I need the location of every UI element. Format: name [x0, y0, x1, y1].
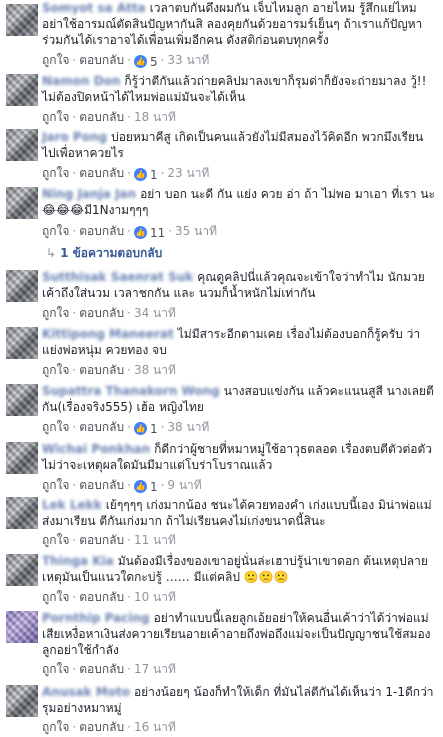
thumbs-up-icon: 👍	[133, 168, 147, 181]
reply-link[interactable]: ตอบกลับ	[79, 420, 124, 434]
reply-link[interactable]: ตอบกลับ	[79, 590, 124, 604]
author-name[interactable]: Jaro Pong	[42, 129, 107, 145]
thumbs-up-icon: 👍	[133, 422, 147, 435]
comment-text: Supattra Thanakorn Wong นางสอบแข่งกัน แล้…	[42, 383, 435, 415]
author-name[interactable]: Wichai Ponkhan	[42, 441, 150, 457]
like-link[interactable]: ถูกใจ	[42, 306, 69, 320]
author-name[interactable]: Thinga Kia	[42, 553, 114, 569]
timestamp[interactable]: 10 นาที	[134, 590, 176, 604]
like-link[interactable]: ถูกใจ	[42, 662, 69, 676]
like-link[interactable]: ถูกใจ	[42, 363, 69, 377]
reply-link[interactable]: ตอบกลับ	[79, 53, 124, 67]
like-count[interactable]: 👍 1	[133, 479, 158, 495]
like-link[interactable]: ถูกใจ	[42, 478, 69, 492]
like-link[interactable]: ถูกใจ	[42, 533, 69, 547]
author-name[interactable]: Ning Janja Jan	[42, 186, 136, 202]
avatar[interactable]	[6, 685, 38, 717]
comment-footer: ถูกใจ · ตอบกลับ · 👍 11 · 35 นาที	[42, 224, 217, 241]
comment-footer: ถูกใจ · ตอบกลับ · 17 นาที	[42, 662, 176, 676]
view-replies-link[interactable]: ↳ 1 ข้อความตอบกลับ	[46, 245, 162, 261]
avatar[interactable]	[6, 497, 38, 529]
comment-text: Lek Lekk เย้ๆๆๆๆ เก่งมากน้อง ชนะได้ควยทอง…	[42, 497, 435, 529]
author-name[interactable]: Anusak Moto	[42, 684, 130, 700]
like-link[interactable]: ถูกใจ	[42, 110, 69, 124]
comment-footer: ถูกใจ · ตอบกลับ · 👍 1 · 38 นาที	[42, 420, 210, 437]
comment-text: Jaro Pong บ่อยหมาคีสู เกิดเป็นคนแล้วยังไม…	[42, 129, 435, 161]
timestamp[interactable]: 38 นาที	[167, 420, 209, 434]
like-link[interactable]: ถูกใจ	[42, 224, 69, 238]
timestamp[interactable]: 33 นาที	[167, 53, 209, 67]
author-name[interactable]: Sutthisak Saenrat Suk	[42, 269, 193, 285]
comment-footer: ถูกใจ · ตอบกลับ · 16 นาที	[42, 720, 176, 734]
timestamp[interactable]: 38 นาที	[134, 363, 176, 377]
comment-footer: ถูกใจ · ตอบกลับ · 11 นาที	[42, 533, 176, 547]
avatar[interactable]	[6, 187, 38, 219]
thumbs-up-icon: 👍	[133, 480, 147, 493]
comment-feed: Somyot sa Atta เวลาตบกันดึงผมกัน เจ็บไหมล…	[0, 0, 443, 737]
reply-link[interactable]: ตอบกลับ	[79, 363, 124, 377]
reply-link[interactable]: ตอบกลับ	[79, 224, 124, 238]
author-name[interactable]: Pornthip Pacing	[42, 610, 150, 626]
comment-text: Thinga Kia มันต้องมีเรื่องของเขาอยู่นั่นล…	[42, 553, 435, 585]
reply-link[interactable]: ตอบกลับ	[79, 166, 124, 180]
reply-link[interactable]: ตอบกลับ	[79, 533, 124, 547]
thumbs-up-icon: 👍	[133, 55, 147, 68]
timestamp[interactable]: 35 นาที	[175, 224, 217, 238]
avatar[interactable]	[6, 611, 38, 643]
timestamp[interactable]: 11 นาที	[134, 533, 176, 547]
avatar[interactable]	[6, 74, 38, 106]
like-count[interactable]: 👍 1	[133, 167, 158, 183]
reply-link[interactable]: ตอบกลับ	[79, 306, 124, 320]
comment-text: Ning Janja Jan อย่า บอก นะดี กัน แย่ง ควย…	[42, 186, 435, 218]
avatar[interactable]	[6, 270, 38, 302]
like-count[interactable]: 👍 5	[133, 54, 158, 70]
like-link[interactable]: ถูกใจ	[42, 590, 69, 604]
thumbs-up-icon: 👍	[133, 226, 147, 239]
timestamp[interactable]: 34 นาที	[134, 306, 176, 320]
author-name[interactable]: Somyot sa Atta	[42, 0, 146, 16]
comment-footer: ถูกใจ · ตอบกลับ · 10 นาที	[42, 590, 176, 604]
author-name[interactable]: Kittipong Maneerat	[42, 326, 174, 342]
timestamp[interactable]: 9 นาที	[167, 478, 201, 492]
comment-text: Wichai Ponkhan ก็ดีกว่าผู้ชายที่หมาหมู่ใช…	[42, 441, 435, 473]
comment-footer: ถูกใจ · ตอบกลับ · 18 นาที	[42, 110, 176, 124]
comment-text: Kittipong Maneerat ไม่มีสาระอีกตามเคย เรื…	[42, 326, 435, 358]
comment-footer: ถูกใจ · ตอบกลับ · 34 นาที	[42, 306, 176, 320]
timestamp[interactable]: 18 นาที	[134, 110, 176, 124]
comment-footer: ถูกใจ · ตอบกลับ · 👍 5 · 33 นาที	[42, 53, 210, 70]
timestamp[interactable]: 23 นาที	[167, 166, 209, 180]
comment-text: Pornthip Pacing อย่าทำแบบนี้เลยลูกเอ้ยอย่…	[42, 610, 435, 658]
comment-text: Somyot sa Atta เวลาตบกันดึงผมกัน เจ็บไหมล…	[42, 0, 435, 48]
author-name[interactable]: Supattra Thanakorn Wong	[42, 383, 220, 399]
comment-footer: ถูกใจ · ตอบกลับ · 👍 1 · 9 นาที	[42, 478, 202, 495]
comment-footer: ถูกใจ · ตอบกลับ · 👍 1 · 23 นาที	[42, 166, 210, 183]
reply-link[interactable]: ตอบกลับ	[79, 662, 124, 676]
comment-text: Sutthisak Saenrat Suk คุณดูคลิปนี่แล้วคุณ…	[42, 269, 435, 301]
like-count[interactable]: 👍 1	[133, 421, 158, 437]
reply-link[interactable]: ตอบกลับ	[79, 478, 124, 492]
avatar[interactable]	[6, 327, 38, 359]
avatar[interactable]	[6, 384, 38, 416]
reply-link[interactable]: ตอบกลับ	[79, 720, 124, 734]
author-name[interactable]: Lek Lekk	[42, 497, 102, 513]
comment-text: Namon Don ก็รู้ว่าตีกันแล้วถ่ายคลิปมาลงเข…	[42, 73, 435, 105]
comment-text: Anusak Moto อย่างน้อยๆ น้องก็ทำให้เด็ก ที…	[42, 684, 435, 716]
avatar[interactable]	[6, 4, 38, 36]
comment-footer: ถูกใจ · ตอบกลับ · 38 นาที	[42, 363, 176, 377]
author-name[interactable]: Namon Don	[42, 73, 120, 89]
reply-arrow-icon: ↳	[46, 246, 57, 260]
like-link[interactable]: ถูกใจ	[42, 720, 69, 734]
like-link[interactable]: ถูกใจ	[42, 166, 69, 180]
timestamp[interactable]: 17 นาที	[134, 662, 176, 676]
avatar[interactable]	[6, 554, 38, 586]
reply-link[interactable]: ตอบกลับ	[79, 110, 124, 124]
avatar[interactable]	[6, 442, 38, 474]
avatar[interactable]	[6, 129, 38, 161]
like-link[interactable]: ถูกใจ	[42, 53, 69, 67]
like-link[interactable]: ถูกใจ	[42, 420, 69, 434]
like-count[interactable]: 👍 11	[133, 225, 165, 241]
timestamp[interactable]: 16 นาที	[134, 720, 176, 734]
